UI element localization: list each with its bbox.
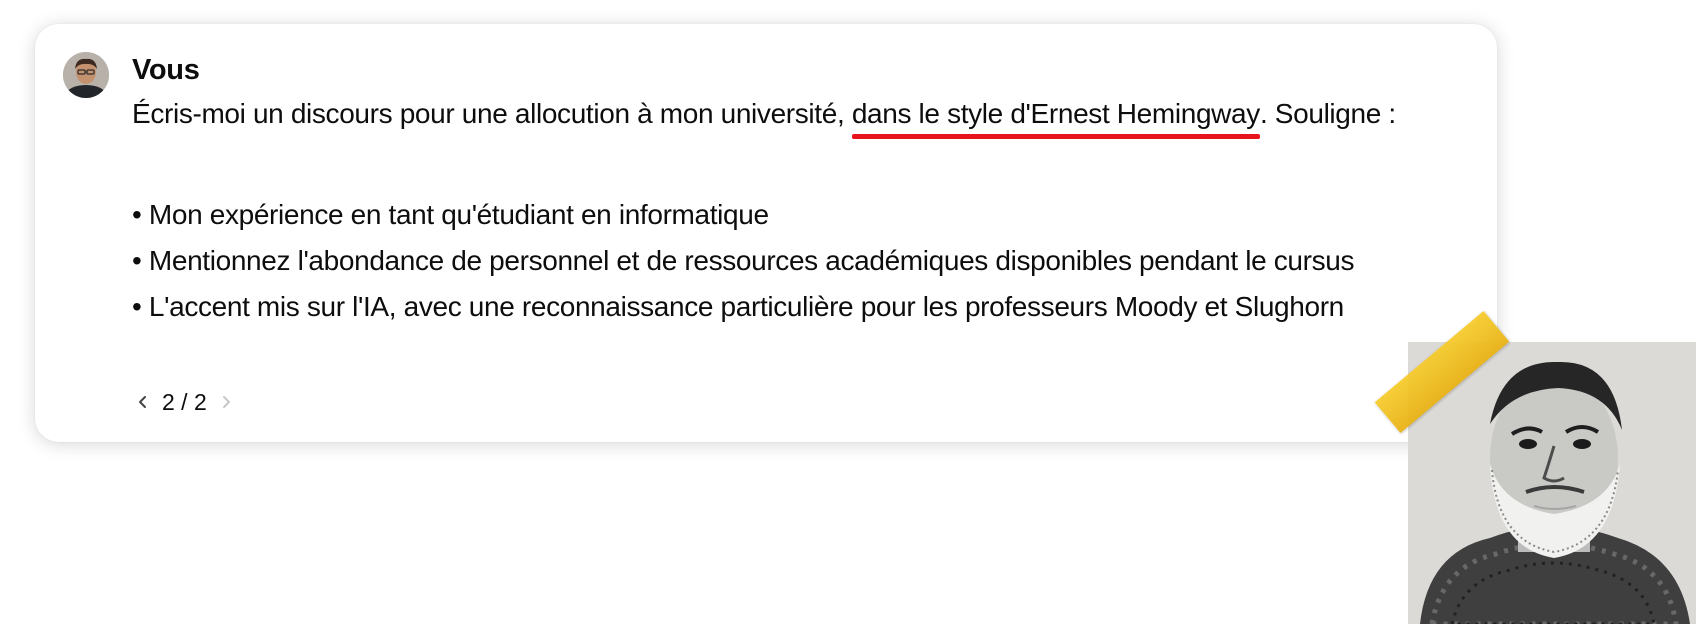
chevron-left-icon xyxy=(139,396,146,408)
message-version-pager: 2 / 2 xyxy=(132,388,237,416)
chevron-right-icon xyxy=(222,396,230,408)
bullet-list: • Mon expérience en tant qu'étudiant en … xyxy=(132,192,1354,330)
prompt-highlight-text: dans le style d'Ernest Hemingway xyxy=(851,98,1260,129)
version-counter: 2 / 2 xyxy=(162,388,207,415)
previous-version-button[interactable] xyxy=(132,388,154,416)
next-version-button[interactable] xyxy=(215,388,237,416)
prompt-text-start: Écris-moi un discours pour une allocutio… xyxy=(132,98,852,129)
prompt-text-end: . Souligne : xyxy=(1259,98,1396,129)
message-author: Vous xyxy=(132,54,200,86)
prompt-highlight: dans le style d'Ernest Hemingway xyxy=(851,98,1260,139)
list-item: • Mon expérience en tant qu'étudiant en … xyxy=(132,199,769,230)
prompt-text: Écris-moi un discours pour une allocutio… xyxy=(132,98,1396,139)
red-underline-mark xyxy=(851,134,1260,139)
avatar xyxy=(63,52,109,98)
screenshot-stage: Vous Écris-moi un discours pour une allo… xyxy=(0,0,1696,624)
list-item: • Mentionnez l'abondance de personnel et… xyxy=(132,245,1355,276)
user-message-card: Vous Écris-moi un discours pour une allo… xyxy=(35,24,1497,442)
list-item: • L'accent mis sur l'IA, avec une reconn… xyxy=(132,291,1344,322)
